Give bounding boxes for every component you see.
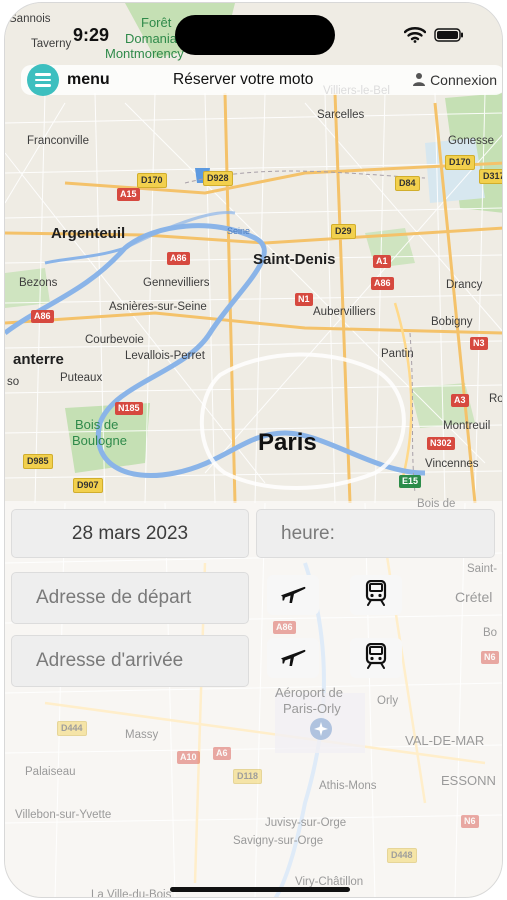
road-shield: A1 [373,255,391,268]
map-label-savigny: Savigny-sur-Orge [233,835,324,847]
user-icon [412,72,426,89]
map-label-puteaux: Puteaux [60,372,103,384]
airplane-icon [280,645,306,672]
road-shield: D118 [233,769,263,784]
map-label-bois-boulogne-1: Bois de [75,417,119,432]
road-shield: E15 [399,475,422,488]
departure-address-field[interactable]: Adresse de départ [11,572,249,624]
map-label-gennevilliers: Gennevilliers [143,277,210,289]
map-label-courbevoie: Courbevoie [85,334,144,346]
status-bar: 9:29 [5,3,502,63]
map-label-bobigny: Bobigny [431,316,473,328]
airplane-icon [280,582,306,609]
road-shield: A86 [371,277,394,290]
map-label-nanterre: anterre [13,351,64,368]
map-label-gonesse: Gonesse [448,135,495,147]
map-label-la-ville: La Ville-du-Bois [91,889,172,898]
map-label-suresnes: so [7,376,20,388]
map-label-vincennes: Vincennes [425,458,479,470]
home-indicator[interactable] [170,887,350,892]
map-label-seine: Seine [227,226,251,236]
map-label-bo: Bo [483,627,498,639]
hamburger-icon [27,64,59,96]
departure-airport-button[interactable] [267,575,319,615]
map-label-bezons: Bezons [19,277,58,289]
train-icon [365,642,387,674]
road-shield: D448 [387,848,417,863]
status-icons [403,27,464,48]
phone-frame: Sannois Taverny Forêt Domaniale Montmore… [4,2,503,898]
road-shield: A86 [167,252,190,265]
status-time: 9:29 [73,25,110,45]
map-label-essonne: ESSONN [441,773,496,788]
map-label-paris: Paris [258,429,317,456]
road-shield: N185 [115,402,143,415]
time-field[interactable]: heure: [256,509,495,558]
road-shield: A86 [273,621,296,634]
map-label-saint: Saint- [467,563,498,575]
map-label-drancy: Drancy [446,279,483,291]
wifi-icon [403,27,427,48]
road-shield: D29 [331,224,356,239]
road-shield: D170 [137,173,167,188]
login-label: Connexion [430,72,497,88]
menu-label: menu [67,71,110,88]
road-shield: N302 [427,437,455,450]
login-button[interactable]: Connexion [412,72,497,89]
date-field[interactable]: 28 mars 2023 [11,509,249,558]
road-shield: D170 [445,155,475,170]
road-shield: N3 [470,337,488,350]
map-label-argenteuil: Argenteuil [51,225,126,242]
road-shield: A10 [177,751,200,764]
map-label-bois-boulogne-2: Boulogne [72,433,127,448]
map-label-rosny: Ro [489,393,503,405]
map-label-saint-denis: Saint-Denis [253,251,336,268]
map-label-pantin: Pantin [381,348,414,360]
map-label-orly: Orly [377,695,399,707]
page-title: Réserver votre moto [173,71,314,88]
map-label-juvisy: Juvisy-sur-Orge [265,817,347,829]
map-label-athis: Athis-Mons [319,780,377,792]
road-shield: A6 [213,747,231,760]
map-label-asnieres: Asnières-sur-Seine [109,301,207,313]
menu-button[interactable]: menu [27,64,110,96]
road-shield: A86 [31,310,54,323]
road-shield: D84 [395,176,420,191]
map-label-sarcelles: Sarcelles [317,109,365,121]
arrival-airport-button[interactable] [267,638,319,678]
map-label-levallois: Levallois-Perret [125,350,205,362]
road-shield: D444 [57,721,87,736]
map-label-aeroport-1: Aéroport de [275,685,343,700]
map-label-val-de-marne: VAL-DE-MAR [405,733,485,748]
road-shield: D317 [479,169,502,184]
app-header: menu Réserver votre moto Connexion [21,64,502,96]
arrival-train-button[interactable] [350,638,402,678]
map-label-aubervilliers: Aubervilliers [313,306,376,318]
road-shield: N1 [295,293,313,306]
map-label-massy: Massy [125,729,159,741]
map-view[interactable]: Sannois Taverny Forêt Domaniale Montmore… [5,3,503,898]
road-shield: D928 [203,171,233,186]
map-label-palaiseau: Palaiseau [25,766,76,778]
road-shield: A3 [451,394,469,407]
road-shield: D907 [73,478,103,493]
map-label-villebon: Villebon-sur-Yvette [15,809,112,821]
road-shield: D985 [23,454,53,469]
road-shield: N6 [481,651,499,664]
map-label-montreuil: Montreuil [443,420,491,432]
map-label-aeroport-2: Paris-Orly [283,701,341,716]
road-shield: A15 [117,188,140,201]
dynamic-island [175,15,335,55]
battery-icon [434,28,464,47]
arrival-address-field[interactable]: Adresse d'arrivée [11,635,249,687]
departure-train-button[interactable] [350,575,402,615]
map-label-franconville: Franconville [27,135,89,147]
road-shield: N6 [461,815,479,828]
train-icon [365,579,387,611]
map-label-creteil: Crétel [455,589,493,605]
